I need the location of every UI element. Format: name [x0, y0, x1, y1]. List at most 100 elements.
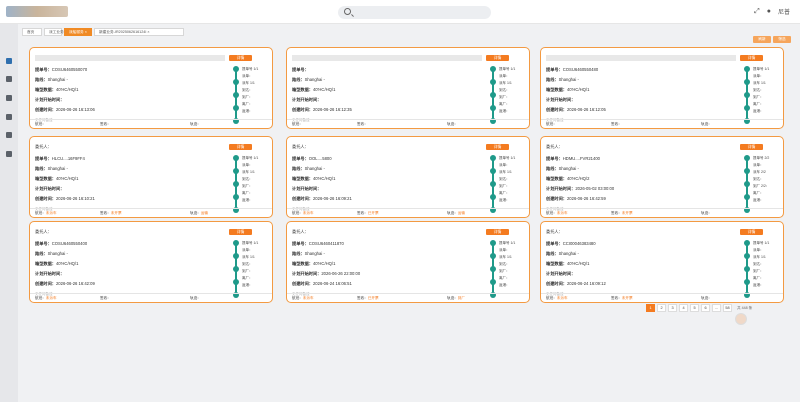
details-button[interactable]: 详情 — [740, 55, 763, 61]
field-value: Shanghai - — [47, 77, 68, 82]
tracking-value: 到厂 — [457, 296, 465, 300]
tab-dispatch-business[interactable]: 派工业务 — [44, 28, 64, 36]
business-card[interactable]: 委托人： 详情 提单号：HLCU....16F9FF4 路线：Shanghai - 箱型… — [29, 136, 273, 218]
timeline-node — [490, 66, 496, 72]
sign-status: 签收： — [357, 121, 368, 127]
business-card[interactable]: 委托人： 详情 提单号：COSU6460550400 路线：Shanghai - 箱型数… — [29, 221, 273, 303]
search-bar[interactable] — [338, 6, 491, 19]
ship-label: 航班： — [546, 296, 557, 300]
timeline-status: 离厂： — [242, 276, 253, 280]
field-value: 2026-06-26 16:12:35 — [312, 107, 352, 112]
timeline-status: 返港： — [499, 283, 510, 287]
timeline-status: 派车 1/1 — [242, 81, 255, 85]
page-button[interactable]: 3 — [668, 304, 677, 312]
field-value: 2026-06-26 16:42:09 — [55, 281, 95, 286]
help-icon[interactable] — [6, 151, 12, 157]
page-button[interactable]: 5 — [690, 304, 699, 312]
page-button[interactable]: 2 — [657, 304, 666, 312]
field-label: 计划开始时间： — [35, 186, 65, 191]
details-button[interactable]: 详情 — [740, 144, 763, 150]
page-button[interactable]: 58 — [723, 304, 732, 312]
sign-label: 签收： — [611, 122, 622, 126]
field-label: 提单号： — [292, 156, 309, 161]
user-icon[interactable]: ● — [767, 8, 771, 15]
business-card[interactable]: 委托人： 详情 提单号：OOL....5800 路线：Shanghai - 箱型数据：4… — [286, 136, 530, 218]
total-count: 共 448 条 — [737, 305, 753, 310]
details-button[interactable]: 详情 — [740, 229, 763, 235]
sign-status: 签收：已开票 — [357, 210, 379, 216]
search-icon[interactable] — [344, 8, 351, 15]
field-label: 箱型数据： — [35, 87, 56, 92]
card-footer: 航班：未派车 签收：未开票 轨迹： — [541, 293, 783, 302]
page-button[interactable]: 6 — [701, 304, 710, 312]
timeline-status: 提单号 1/1 — [242, 67, 259, 71]
fullscreen-icon[interactable]: ⤢ — [754, 8, 760, 15]
timeline-node — [233, 279, 239, 285]
field-label: 创建时间： — [546, 107, 567, 112]
tab-ship-service[interactable]: 派船服务 × — [64, 28, 92, 36]
timeline-node — [233, 194, 239, 200]
field-row: 计划开始时间： — [35, 186, 64, 192]
timeline-status: 派单： — [499, 163, 510, 167]
details-button[interactable]: 详情 — [229, 55, 252, 61]
field-label: 计划开始时间： — [546, 271, 576, 276]
details-button[interactable]: 详情 — [486, 144, 509, 150]
document-icon[interactable] — [6, 76, 12, 82]
tab-new-business[interactable]: 新建业务-IR2025062616124I × — [94, 28, 184, 36]
info-icon[interactable] — [6, 132, 12, 138]
field-row: 路线：Shanghai - — [35, 251, 68, 257]
timeline-node — [744, 240, 750, 246]
user-name[interactable]: 尼普 — [778, 7, 790, 16]
field-value: COSU6460550070 — [51, 67, 88, 72]
home-icon[interactable] — [6, 58, 12, 64]
timeline-node — [233, 66, 239, 72]
field-value: 2026-06-26 16:13:06 — [55, 107, 95, 112]
page-button[interactable]: 4 — [679, 304, 688, 312]
details-button[interactable]: 详情 — [229, 144, 252, 150]
timeline-status: 到达： — [499, 262, 510, 266]
field-label: 创建时间： — [292, 107, 313, 112]
business-card[interactable]: 详情 提单号：COSU6460550070 路线：Shanghai - 箱型数据：40… — [29, 47, 273, 129]
refresh-button[interactable]: 刷新 — [753, 36, 771, 43]
field-value: 40'HC/HQ/1 — [55, 261, 79, 266]
ship-status: 航班：未派车 — [35, 295, 57, 301]
timeline-node — [233, 168, 239, 174]
business-card[interactable]: 详情 提单号： 路线：Shanghai - 箱型数据：40'HC/HQ/1 计划开始时间… — [286, 47, 530, 129]
ship-value: 未派车 — [556, 296, 568, 300]
details-button[interactable]: 详情 — [486, 55, 509, 61]
tracking-value: 运输 — [457, 211, 465, 215]
field-value: 2026-06-24 16:06:51 — [312, 281, 352, 286]
business-card[interactable]: 委托人： 详情 提单号：HDMU....FVR21400 路线：Shanghai -箱… — [540, 136, 784, 218]
analytics-icon[interactable] — [6, 114, 12, 120]
timeline-status: 返港： — [499, 198, 510, 202]
ship-label: 航班： — [35, 122, 46, 126]
business-card[interactable]: 委托人： 详情 提单号：COSU6460411870 路线：Shanghai - 箱型数… — [286, 221, 530, 303]
timeline-node — [490, 155, 496, 161]
tab-home[interactable]: 首页 — [22, 28, 42, 36]
masked-header — [292, 55, 482, 61]
details-button[interactable]: 详情 — [229, 229, 252, 235]
timeline-status: 派单： — [242, 163, 253, 167]
timeline-status: 派车 1/1 — [499, 81, 512, 85]
business-card[interactable]: 详情 提单号：COSU6460550480 路线：Shanghai - 箱型数据：40… — [540, 47, 784, 129]
avatar[interactable] — [735, 313, 747, 325]
page-button[interactable]: 1 — [646, 304, 655, 312]
timeline-status: 派单： — [753, 248, 764, 252]
tracking-label: 轨迹： — [701, 296, 712, 300]
settings-icon[interactable] — [6, 95, 12, 101]
ship-label: 航班： — [35, 211, 46, 215]
business-card[interactable]: 委托人： 详情 提单号：CCI00046383480 路线：Shanghai - 箱型数… — [540, 221, 784, 303]
timeline-status: 离厂： — [499, 191, 510, 195]
sign-status: 签收： — [611, 121, 622, 127]
field-value: 2026-06-26 16:12:05 — [566, 107, 606, 112]
details-button[interactable]: 详情 — [486, 229, 509, 235]
field-label: 箱型数据： — [292, 87, 313, 92]
timeline-status: 离厂： — [242, 191, 253, 195]
timeline-status: 到达： — [753, 88, 764, 92]
field-label: 路线： — [292, 77, 305, 82]
timeline-status: 提单号 2/2 — [753, 156, 770, 160]
filter-button[interactable]: 筛选 — [773, 36, 791, 43]
timeline-node — [744, 92, 750, 98]
timeline-node — [744, 266, 750, 272]
page-button[interactable]: ... — [712, 304, 721, 312]
